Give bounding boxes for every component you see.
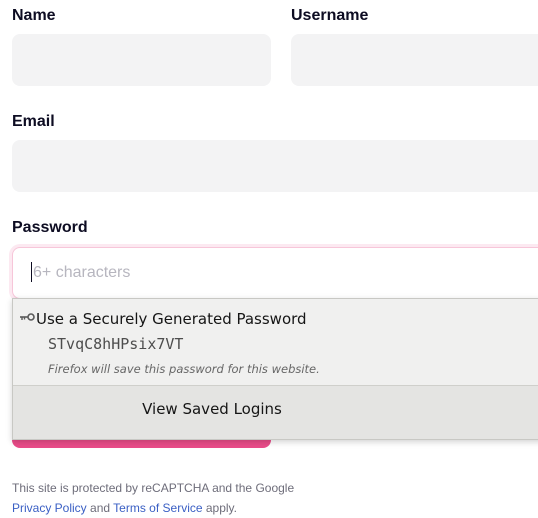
view-saved-logins-label: View Saved Logins	[142, 400, 282, 418]
username-label: Username	[291, 7, 369, 24]
password-autofill-popup: Use a Securely Generated Password STvqC8…	[12, 298, 538, 440]
terms-of-service-link[interactable]: Terms of Service	[113, 501, 202, 515]
password-input[interactable]	[12, 247, 538, 299]
email-label: Email	[12, 113, 55, 130]
username-input[interactable]	[291, 34, 538, 86]
generated-password-option[interactable]: Use a Securely Generated Password STvqC8…	[13, 299, 538, 385]
password-label: Password	[12, 219, 88, 236]
name-input[interactable]	[12, 34, 271, 86]
view-saved-logins-button[interactable]: View Saved Logins	[13, 386, 538, 439]
popup-title: Use a Securely Generated Password	[36, 310, 307, 328]
recaptcha-notice: This site is protected by reCAPTCHA and …	[12, 478, 432, 518]
popup-note: Firefox will save this password for this…	[48, 362, 320, 376]
generated-password: STvqC8hHPsix7VT	[48, 335, 184, 353]
recaptcha-apply-text: apply.	[202, 501, 237, 515]
email-input[interactable]	[12, 140, 538, 192]
text-caret	[31, 262, 32, 282]
recaptcha-text: This site is protected by reCAPTCHA and …	[12, 481, 295, 495]
recaptcha-and-text: and	[86, 501, 114, 515]
key-icon	[20, 313, 35, 321]
name-label: Name	[12, 7, 56, 24]
privacy-policy-link[interactable]: Privacy Policy	[12, 501, 87, 515]
